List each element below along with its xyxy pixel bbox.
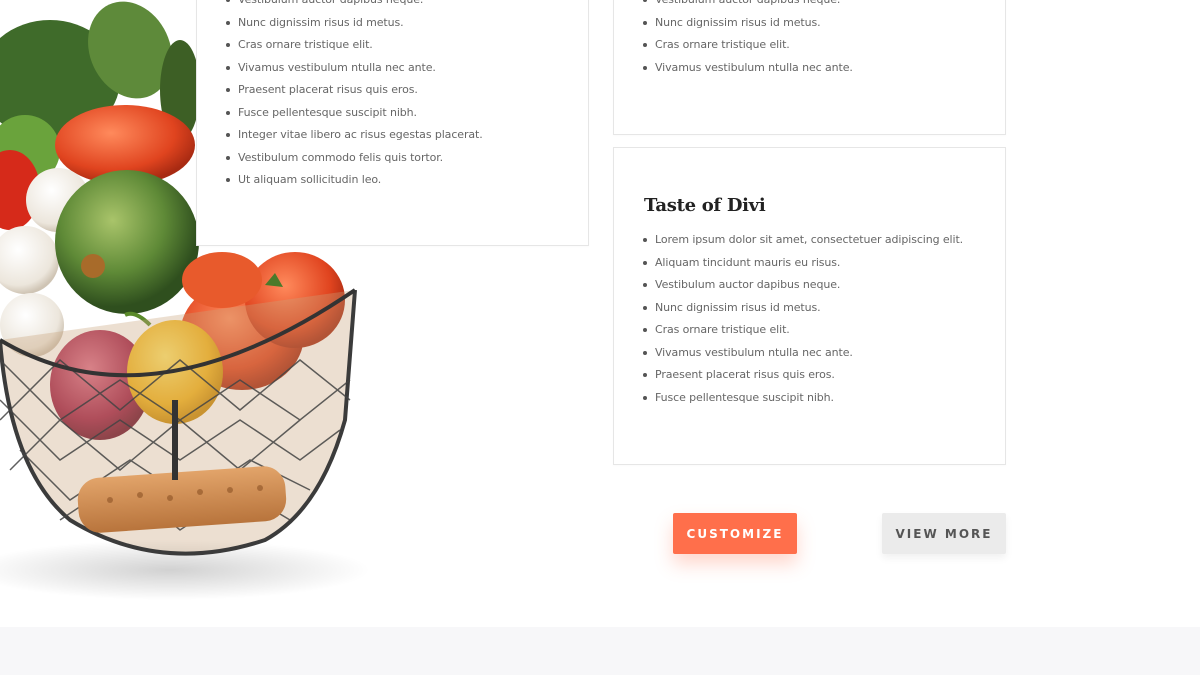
view-more-button[interactable]: View More [882,513,1006,554]
list-item: Fusce pellentesque suscipit nibh. [642,387,963,410]
feature-card-taste-of-divi: Taste of Divi Lorem ipsum dolor sit amet… [613,147,1006,465]
list-item: Vivamus vestibulum ntulla nec ante. [642,342,963,365]
list-item: Cras ornare tristique elit. [225,34,483,57]
list-item: Nunc dignissim risus id metus. [642,297,963,320]
list-item: Vestibulum commodo felis quis tortor. [225,147,483,170]
footer-section [0,627,1200,675]
list-item: Fusce pellentesque suscipit nibh. [225,102,483,125]
customize-button[interactable]: Customize [673,513,797,554]
list-item: Integer vitae libero ac risus egestas pl… [225,124,483,147]
list-item: Ut aliquam sollicitudin leo. [225,169,483,192]
list-item: Vestibulum auctor dapibus neque. [642,274,963,297]
list-item: Aliquam tincidunt mauris eu risus. [642,252,963,275]
feature-card-left: Vestibulum auctor dapibus neque. Nunc di… [196,0,589,246]
list-item: Lorem ipsum dolor sit amet, consectetuer… [642,229,963,252]
feature-card-right-top: Vestibulum auctor dapibus neque. Nunc di… [613,0,1006,135]
list-item: Nunc dignissim risus id metus. [225,12,483,35]
list-item: Vivamus vestibulum ntulla nec ante. [225,57,483,80]
list-item: Vestibulum auctor dapibus neque. [225,0,483,12]
feature-list: Vestibulum auctor dapibus neque. Nunc di… [225,0,483,192]
feature-list: Vestibulum auctor dapibus neque. Nunc di… [642,0,853,79]
list-item: Cras ornare tristique elit. [642,319,963,342]
list-item: Vestibulum auctor dapibus neque. [642,0,853,12]
feature-list: Lorem ipsum dolor sit amet, consectetuer… [642,229,963,409]
list-item: Praesent placerat risus quis eros. [225,79,483,102]
list-item: Cras ornare tristique elit. [642,34,853,57]
list-item: Praesent placerat risus quis eros. [642,364,963,387]
list-item: Vivamus vestibulum ntulla nec ante. [642,57,853,80]
card-title: Taste of Divi [644,195,766,216]
list-item: Nunc dignissim risus id metus. [642,12,853,35]
